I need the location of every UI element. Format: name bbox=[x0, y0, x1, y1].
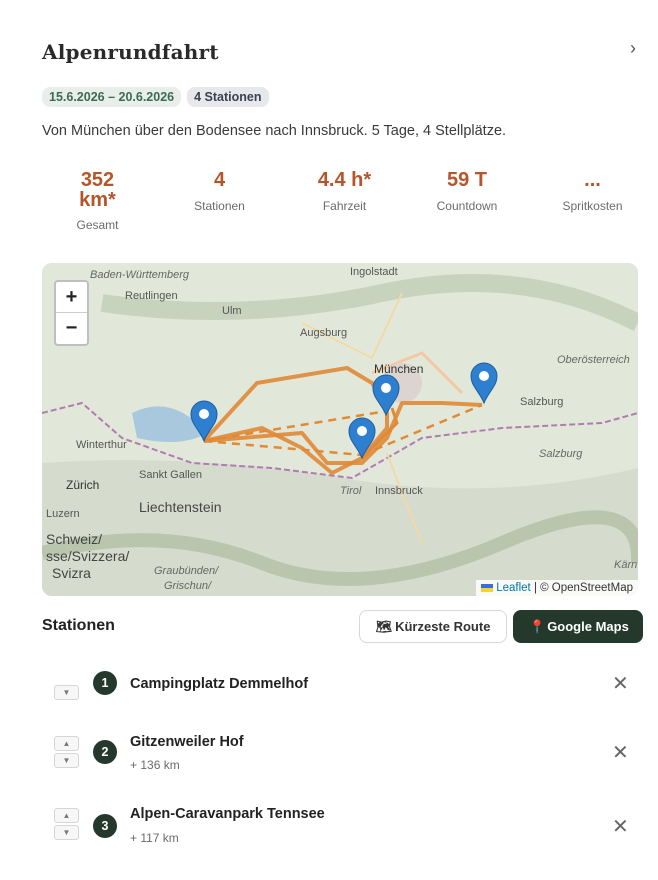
station-name: Alpen-Caravanpark Tennsee bbox=[130, 806, 325, 822]
stations-count-badge: 4 Stationen bbox=[187, 87, 269, 107]
map-label: Graubünden/ bbox=[154, 565, 219, 577]
map-label: Salzburg bbox=[539, 448, 583, 460]
map-icon: 🗺 bbox=[375, 618, 393, 634]
station-row: ▲ ▼ 2 Gitzenweiler Hof + 136 km ✕ bbox=[42, 728, 642, 788]
reorder-controls: ▲ ▼ bbox=[54, 808, 79, 842]
map-label: Liechtenstein bbox=[139, 499, 222, 515]
station-row: ▲ ▼ 3 Alpen-Caravanpark Tennsee + 117 km… bbox=[42, 800, 642, 860]
move-down-button[interactable]: ▼ bbox=[54, 753, 79, 768]
map-attribution: Leaflet | © OpenStreetMap bbox=[476, 580, 638, 596]
stat-stations: 4 Stationen bbox=[182, 170, 257, 213]
stat-fuel-value: ... bbox=[584, 169, 601, 191]
station-distance: + 136 km bbox=[130, 758, 180, 772]
map-label: Zürich bbox=[66, 478, 100, 492]
map-zoom-control: + − bbox=[54, 280, 89, 346]
trip-badges: 15.6.2026 – 20.6.2026 4 Stationen bbox=[42, 87, 269, 107]
map-label: Tirol bbox=[340, 485, 362, 497]
stat-drivetime: 4.4 h* Fahrzeit bbox=[297, 170, 392, 213]
pin-icon: 📍 bbox=[529, 618, 546, 634]
stat-stations-label: Stationen bbox=[194, 199, 245, 213]
reorder-controls: ▲ ▼ bbox=[54, 736, 79, 770]
move-down-button[interactable]: ▼ bbox=[54, 685, 79, 700]
stat-total-label: Gesamt bbox=[76, 218, 119, 232]
google-maps-button[interactable]: 📍 Google Maps bbox=[513, 610, 643, 643]
map-label: Svizra bbox=[52, 565, 91, 581]
flag-icon bbox=[481, 583, 494, 592]
map-label: Ingolstadt bbox=[350, 266, 398, 278]
map-label: München bbox=[374, 362, 424, 376]
stat-countdown: 59 T Countdown bbox=[427, 170, 507, 213]
trip-title: Alpenrundfahrt bbox=[42, 40, 219, 64]
station-row: ▼ 1 Campingplatz Demmelhof ✕ bbox=[42, 665, 642, 725]
map-label: Salzburg bbox=[520, 396, 564, 408]
map-label: Reutlingen bbox=[125, 290, 178, 302]
map-label: Baden-Württemberg bbox=[90, 269, 190, 281]
station-number: 2 bbox=[93, 740, 117, 764]
map-label: Kärn bbox=[614, 559, 638, 571]
stat-fuel-label: Spritkosten bbox=[562, 199, 623, 213]
station-name: Gitzenweiler Hof bbox=[130, 734, 244, 750]
stat-countdown-value: 59 T bbox=[446, 169, 488, 191]
date-range-badge: 15.6.2026 – 20.6.2026 bbox=[42, 87, 182, 107]
move-down-button[interactable]: ▼ bbox=[54, 825, 79, 840]
map-label: Luzern bbox=[46, 508, 80, 520]
move-up-button[interactable]: ▲ bbox=[54, 808, 79, 823]
trip-stats: 352 km* Gesamt 4 Stationen 4.4 h* Fahrze… bbox=[42, 170, 642, 242]
osm-attribution[interactable]: | © OpenStreetMap bbox=[534, 582, 633, 594]
stat-total-value: 352 km* bbox=[79, 169, 116, 211]
map-label: Ulm bbox=[222, 305, 242, 317]
stat-countdown-label: Countdown bbox=[436, 199, 498, 213]
reorder-controls: ▼ bbox=[54, 685, 79, 702]
stations-heading: Stationen bbox=[42, 617, 115, 634]
zoom-in-button[interactable]: + bbox=[56, 282, 87, 313]
map-label: Augsburg bbox=[300, 327, 348, 339]
zoom-out-button[interactable]: − bbox=[56, 313, 87, 344]
stat-fuel: ... Spritkosten bbox=[550, 170, 635, 213]
station-distance: + 117 km bbox=[130, 831, 179, 845]
move-up-button[interactable]: ▲ bbox=[54, 736, 79, 751]
shortest-route-label: Kürzeste Route bbox=[395, 619, 491, 634]
google-maps-label: Google Maps bbox=[547, 619, 629, 634]
map-label: Winterthur bbox=[76, 439, 127, 451]
remove-icon[interactable]: ✕ bbox=[612, 740, 629, 765]
stat-stations-value: 4 bbox=[213, 169, 226, 191]
leaflet-link[interactable]: Leaflet bbox=[496, 582, 531, 594]
map-label: Sankt Gallen bbox=[139, 469, 202, 481]
close-icon[interactable]: › bbox=[630, 38, 636, 59]
map-label: Schweiz/ bbox=[46, 531, 103, 547]
stat-drivetime-label: Fahrzeit bbox=[322, 199, 367, 213]
map-label: sse/Svizzera/ bbox=[46, 548, 130, 564]
map-label: Innsbruck bbox=[375, 485, 423, 497]
route-map[interactable]: Baden-Württemberg Ingolstadt Reutlingen … bbox=[42, 263, 638, 596]
map-label: Oberösterreich bbox=[557, 354, 630, 366]
remove-icon[interactable]: ✕ bbox=[612, 671, 629, 696]
station-number: 1 bbox=[93, 671, 117, 695]
stat-drivetime-value: 4.4 h* bbox=[317, 169, 372, 191]
trip-description: Von München über den Bodensee nach Innsb… bbox=[42, 123, 507, 139]
station-number: 3 bbox=[93, 814, 117, 838]
map-label: Grischun/ bbox=[164, 580, 212, 592]
map-tiles bbox=[42, 263, 638, 596]
stat-total: 352 km* Gesamt bbox=[60, 170, 135, 232]
station-name: Campingplatz Demmelhof bbox=[130, 676, 309, 692]
shortest-route-button[interactable]: 🗺 Kürzeste Route bbox=[359, 610, 507, 643]
remove-icon[interactable]: ✕ bbox=[612, 814, 629, 839]
